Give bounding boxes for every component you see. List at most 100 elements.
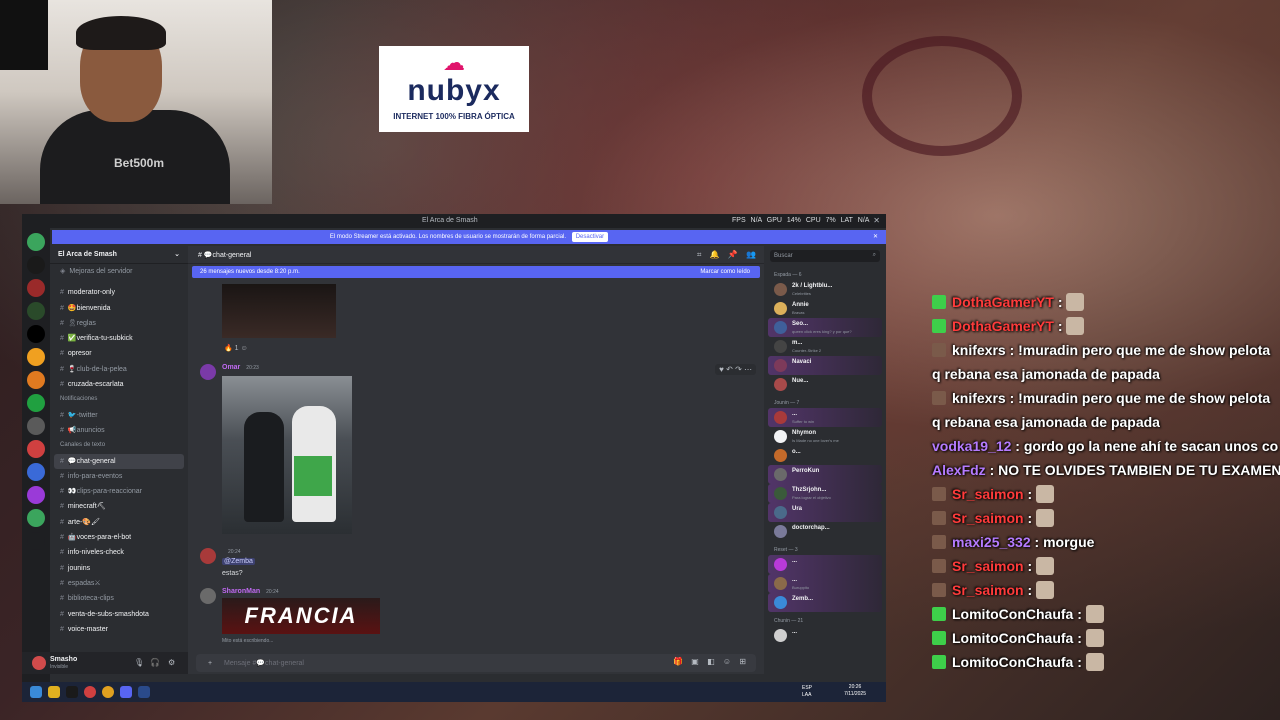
reaction-count[interactable]: 1 bbox=[235, 345, 239, 352]
discord-icon[interactable] bbox=[120, 686, 132, 698]
more-icon[interactable]: ⋯ bbox=[744, 365, 752, 374]
channel-item[interactable]: # ✅verifica-tu-subkick bbox=[50, 331, 188, 346]
channel-item[interactable]: # 🤩bienvenida bbox=[50, 301, 188, 316]
avatar[interactable] bbox=[200, 548, 216, 564]
add-attachment-icon[interactable]: + bbox=[208, 660, 212, 667]
add-reaction-icon[interactable]: ☺ bbox=[241, 345, 248, 352]
new-messages-bar[interactable]: 26 mensajes nuevos desde 8:20 p.m. Marca… bbox=[192, 266, 760, 278]
steam-icon[interactable] bbox=[138, 686, 150, 698]
keyboard-language[interactable]: ESP LAA bbox=[802, 685, 812, 699]
member-item[interactable]: Navaci bbox=[768, 356, 882, 375]
message-author[interactable]: SharonMan 20:24 bbox=[222, 588, 279, 595]
server-icon[interactable] bbox=[27, 394, 45, 412]
member-item[interactable]: doctorchap... bbox=[768, 522, 882, 541]
server-icon[interactable] bbox=[27, 371, 45, 389]
disable-streamer-button[interactable]: Desactivar bbox=[571, 232, 609, 242]
channel-item[interactable]: # 💬chat-general bbox=[54, 453, 184, 469]
emoji-icon[interactable]: ☺ bbox=[723, 657, 731, 666]
channel-category[interactable]: Canales de texto bbox=[50, 438, 188, 453]
server-icon[interactable] bbox=[27, 348, 45, 366]
server-icon[interactable] bbox=[27, 463, 45, 481]
server-boost-link[interactable]: ◈ Mejoras del servidor bbox=[50, 264, 188, 279]
member-item[interactable]: ... Buruppito bbox=[768, 574, 882, 593]
channel-item[interactable]: # biblioteca-clips bbox=[50, 591, 188, 606]
gif-icon[interactable]: ▣ bbox=[691, 657, 699, 666]
channel-item[interactable]: # 👀clips-para-reaccionar bbox=[50, 484, 188, 499]
file-explorer-icon[interactable] bbox=[48, 686, 60, 698]
message-author[interactable]: 20:24 bbox=[222, 548, 241, 555]
server-header[interactable]: El Arca de Smash ⌄ bbox=[50, 246, 188, 264]
member-item[interactable]: Ura bbox=[768, 503, 882, 522]
pin-icon[interactable]: 📌 bbox=[728, 250, 738, 259]
channel-item[interactable]: # arte-🎨🖌 bbox=[50, 515, 188, 530]
avatar[interactable] bbox=[32, 656, 46, 670]
sticker-icon[interactable]: ◧ bbox=[707, 657, 715, 666]
channel-item[interactable]: # moderator-only bbox=[50, 285, 188, 300]
mark-read-button[interactable]: Marcar como leído bbox=[700, 266, 750, 278]
server-icon[interactable] bbox=[27, 233, 45, 251]
server-icon[interactable] bbox=[27, 440, 45, 458]
member-item[interactable]: 2k / Lightblu... Celebrities bbox=[768, 280, 882, 299]
member-item[interactable]: Nhymon Is Made no one lover's me bbox=[768, 427, 882, 446]
server-icon[interactable] bbox=[27, 509, 45, 527]
member-item[interactable]: Annie Bravas bbox=[768, 299, 882, 318]
channel-item[interactable]: # 📢anuncios bbox=[50, 423, 188, 438]
message-input[interactable]: + Mensaje #💬chat-general 🎁 ▣ ◧ ☺ ⊞ bbox=[196, 654, 756, 672]
channel-item[interactable]: # cruzada-escarlata bbox=[50, 377, 188, 392]
avatar[interactable] bbox=[200, 588, 216, 604]
channel-item[interactable]: # 🤖voces-para-el-bot bbox=[50, 530, 188, 545]
server-icon[interactable] bbox=[27, 302, 45, 320]
system-clock[interactable]: 20:26 7/11/2025 bbox=[844, 684, 866, 698]
message-author[interactable]: Omar 20:23 bbox=[222, 364, 259, 371]
channel-item[interactable]: # 🍷club-de-la-pelea bbox=[50, 362, 188, 377]
attached-gif[interactable]: FRANCIA bbox=[222, 598, 380, 634]
reply-icon[interactable]: ↶ bbox=[726, 365, 733, 374]
channel-item[interactable]: # 🎗reglas bbox=[50, 316, 188, 331]
search-input[interactable]: Buscar ⌕ bbox=[770, 250, 880, 262]
member-item[interactable]: ... Suffer to win bbox=[768, 408, 882, 427]
microphone-icon[interactable]: 🎙 bbox=[134, 658, 144, 667]
channel-category[interactable]: Notificaciones bbox=[50, 392, 188, 407]
channel-item[interactable]: # opresor bbox=[50, 346, 188, 361]
close-icon[interactable]: ✕ bbox=[873, 216, 880, 225]
members-icon[interactable]: 👥 bbox=[746, 250, 756, 259]
bell-icon[interactable]: 🔔 bbox=[710, 250, 720, 259]
server-icon[interactable] bbox=[27, 532, 45, 550]
member-item[interactable]: o... bbox=[768, 446, 882, 465]
channel-item[interactable]: # venta-de-subs-smashdota bbox=[50, 607, 188, 622]
headphones-icon[interactable]: 🎧 bbox=[150, 658, 160, 667]
member-item[interactable]: PerroKun bbox=[768, 465, 882, 484]
mention[interactable]: @Zemba bbox=[222, 558, 255, 565]
server-icon[interactable] bbox=[27, 417, 45, 435]
channel-item[interactable]: # info-para-eventos bbox=[50, 469, 188, 484]
banner-close-icon[interactable]: ✕ bbox=[873, 230, 878, 244]
gift-icon[interactable]: 🎁 bbox=[673, 657, 683, 666]
avatar[interactable] bbox=[200, 364, 216, 380]
member-item[interactable]: Zemb... bbox=[768, 593, 882, 612]
chrome-icon[interactable] bbox=[102, 686, 114, 698]
apps-icon[interactable]: ⊞ bbox=[739, 657, 746, 666]
attached-image[interactable] bbox=[222, 284, 336, 338]
channel-item[interactable]: # voice-master bbox=[50, 622, 188, 637]
kick-icon[interactable] bbox=[66, 686, 78, 698]
member-item[interactable]: ... bbox=[768, 626, 882, 645]
channel-item[interactable]: # minecraft⛏ bbox=[50, 499, 188, 514]
server-icon[interactable] bbox=[27, 279, 45, 297]
threads-icon[interactable]: ⌗ bbox=[697, 250, 702, 259]
member-item[interactable]: ThzSrjohn... Para lograr el objetivo bbox=[768, 484, 882, 503]
member-item[interactable]: Nue... bbox=[768, 375, 882, 394]
windows-start-icon[interactable] bbox=[30, 686, 42, 698]
heart-icon[interactable]: ♥ bbox=[719, 365, 724, 374]
channel-item[interactable]: # espadas⚔ bbox=[50, 576, 188, 591]
member-item[interactable]: m... Counter-Strike 2 bbox=[768, 337, 882, 356]
channel-item[interactable]: # 🐦-twitter bbox=[50, 408, 188, 423]
gear-icon[interactable]: ⚙ bbox=[168, 658, 175, 667]
server-icon[interactable] bbox=[27, 256, 45, 274]
attached-photo[interactable] bbox=[222, 376, 352, 534]
member-item[interactable]: ... bbox=[768, 555, 882, 574]
server-icon[interactable] bbox=[27, 486, 45, 504]
obs-icon[interactable] bbox=[84, 686, 96, 698]
channel-item[interactable]: # info-niveles-check bbox=[50, 545, 188, 560]
server-icon[interactable] bbox=[27, 325, 45, 343]
forward-icon[interactable]: ↷ bbox=[735, 365, 742, 374]
